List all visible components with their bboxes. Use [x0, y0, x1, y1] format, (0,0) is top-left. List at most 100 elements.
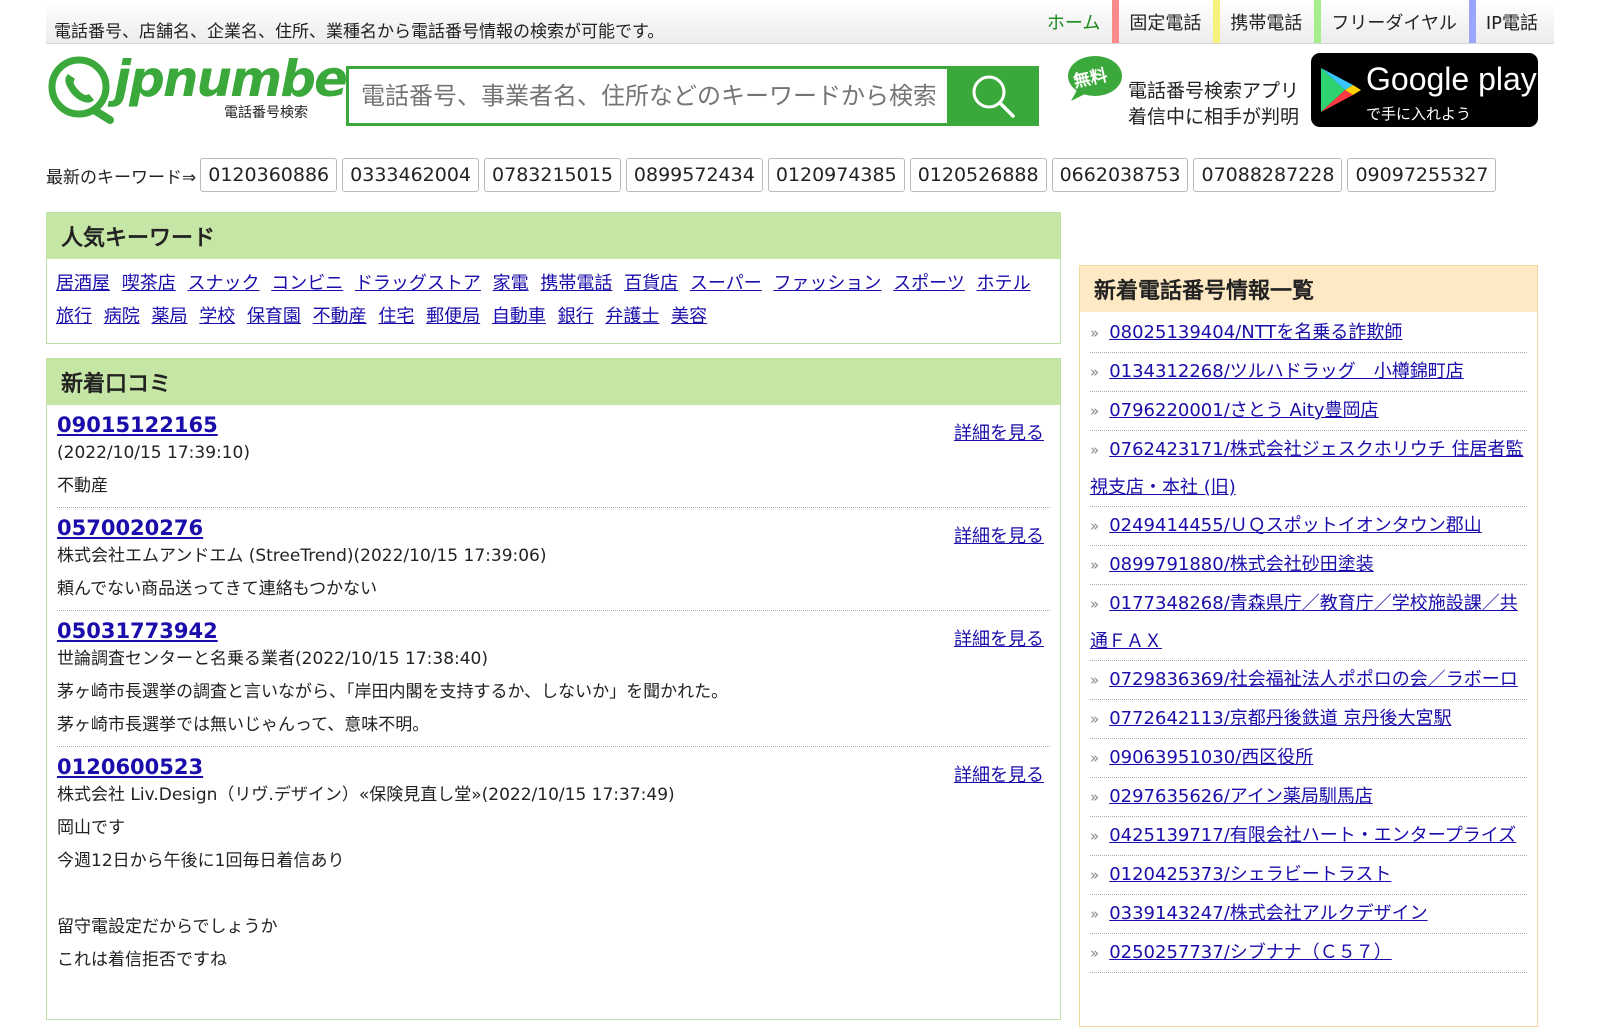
review-meta: 株式会社 Liv.Design（リヴ.デザイン）«保険見直し堂»(2022/10…	[57, 785, 675, 805]
popular-keyword-link[interactable]: 保育園	[247, 306, 301, 327]
new-numbers-list: » 08025139404/NTTを名乗る詐欺師 » 0134312268/ツルハド…	[1080, 312, 1537, 973]
list-item: » 0134312268/ツルハドラッグ 小樽錦町店	[1090, 353, 1527, 392]
review-detail-link[interactable]: 詳細を見る	[954, 761, 1044, 787]
new-number-link[interactable]: 0425139717/有限会社ハート・エンタープライズ	[1109, 825, 1516, 846]
list-item: » 0796220001/さとう Aity豊岡店	[1090, 392, 1527, 431]
popular-keyword-link[interactable]: 弁護士	[605, 306, 659, 327]
popular-keyword-link[interactable]: スポーツ	[893, 273, 965, 294]
popular-keyword-link[interactable]: 学校	[199, 306, 235, 327]
keyword-chip[interactable]: 0899572434	[625, 158, 763, 192]
google-play-icon	[1321, 68, 1361, 112]
popular-keyword-link[interactable]: 家電	[493, 273, 529, 294]
new-number-link[interactable]: 0729836369/社会福祉法人ポポロの会／ラボーロ	[1109, 669, 1518, 690]
popular-keyword-link[interactable]: 銀行	[558, 306, 594, 327]
nav-mobile-phone[interactable]: 携帯電話	[1213, 0, 1314, 43]
popular-keywords-title: 人気キーワード	[47, 213, 1060, 259]
keyword-chip[interactable]: 0333462004	[342, 158, 480, 192]
review-text	[57, 878, 1050, 911]
nav-home[interactable]: ホーム	[1037, 0, 1112, 43]
list-item: » 09063951030/西区役所	[1090, 739, 1527, 778]
search-input[interactable]	[349, 69, 947, 123]
popular-keyword-link[interactable]: 居酒屋	[56, 273, 110, 294]
popular-keyword-link[interactable]: 喫茶店	[122, 273, 176, 294]
popular-keyword-link[interactable]: 美容	[671, 306, 707, 327]
review-item: 05031773942 詳細を見る 世論調査センターと名乗る業者(2022/10…	[57, 611, 1050, 747]
google-play-button[interactable]: Google play で手に入れよう	[1311, 53, 1538, 127]
review-detail-link[interactable]: 詳細を見る	[954, 419, 1044, 445]
keyword-chip[interactable]: 0120360886	[200, 158, 338, 192]
review-meta: (2022/10/15 17:39:10)	[57, 443, 251, 463]
nav-free-dial[interactable]: フリーダイヤル	[1314, 0, 1468, 43]
popular-keyword-link[interactable]: 旅行	[56, 306, 92, 327]
popular-keyword-link[interactable]: 病院	[104, 306, 140, 327]
double-chevron-icon: »	[1090, 944, 1100, 962]
keyword-chip[interactable]: 0662038753	[1051, 158, 1189, 192]
review-text: これは着信拒否ですね	[57, 950, 227, 970]
popular-keyword-link[interactable]: スーパー	[690, 273, 762, 294]
site-tagline: 電話番号、店舗名、企業名、住所、業種名から電話番号情報の検索が可能です。	[54, 22, 665, 42]
new-number-link[interactable]: 0177348268/青森県庁／教育庁／学校施設課／共通ＦＡＸ	[1090, 593, 1518, 652]
popular-keyword-link[interactable]: ホテル	[977, 273, 1031, 294]
nav-fixed-phone[interactable]: 固定電話	[1112, 0, 1213, 43]
list-item: » 0729836369/社会福祉法人ポポロの会／ラボーロ	[1090, 661, 1527, 700]
review-phone-link[interactable]: 05031773942	[57, 619, 218, 643]
logo-subtitle: 電話番号検索	[224, 105, 308, 121]
new-number-link[interactable]: 09063951030/西区役所	[1109, 747, 1313, 768]
nav-ip-phone[interactable]: IP電話	[1468, 0, 1550, 43]
list-item: » 0120425373/シェラビートラスト	[1090, 856, 1527, 895]
new-number-link[interactable]: 0297635626/アイン薬局馴馬店	[1109, 786, 1373, 807]
review-phone-link[interactable]: 09015122165	[57, 413, 218, 437]
search-icon	[972, 75, 1015, 118]
review-detail-link[interactable]: 詳細を見る	[954, 522, 1044, 548]
site-logo[interactable]: jpnumber 電話番号検索	[46, 50, 371, 124]
popular-keyword-link[interactable]: 携帯電話	[540, 273, 612, 294]
review-detail-link[interactable]: 詳細を見る	[954, 625, 1044, 651]
new-reviews-panel: 新着口コミ 09015122165 詳細を見る (2022/10/15 17:3…	[46, 358, 1061, 1020]
app-promo-line1: 電話番号検索アプリ	[1128, 80, 1300, 102]
review-meta: 世論調査センターと名乗る業者(2022/10/15 17:38:40)	[57, 649, 489, 669]
keyword-chip[interactable]: 0783215015	[484, 158, 621, 192]
top-bar: 電話番号、店舗名、企業名、住所、業種名から電話番号情報の検索が可能です。 ホーム…	[46, 0, 1554, 44]
list-item: » 0297635626/アイン薬局馴馬店	[1090, 778, 1527, 817]
keyword-chip[interactable]: 07088287228	[1193, 158, 1343, 192]
recent-keywords-label: 最新のキーワード⇒	[46, 167, 197, 188]
review-phone-link[interactable]: 0120600523	[57, 755, 203, 779]
keyword-chip[interactable]: 0120974385	[767, 158, 905, 192]
new-numbers-title: 新着電話番号情報一覧	[1080, 266, 1537, 312]
review-text: 不動産	[57, 476, 108, 496]
review-phone-link[interactable]: 0570020276	[57, 516, 203, 540]
new-number-link[interactable]: 0120425373/シェラビートラスト	[1109, 864, 1391, 885]
popular-keyword-link[interactable]: コンビニ	[271, 273, 343, 294]
popular-keyword-link[interactable]: 百貨店	[624, 273, 678, 294]
new-numbers-panel: 新着電話番号情報一覧 » 08025139404/NTTを名乗る詐欺師 » 0134…	[1079, 265, 1538, 1027]
review-item: 0120600523 詳細を見る 株式会社 Liv.Design（リヴ.デザイン…	[57, 747, 1050, 981]
popular-keyword-link[interactable]: スナック	[187, 273, 259, 294]
popular-keyword-link[interactable]: ファッション	[773, 273, 881, 294]
new-number-link[interactable]: 0899791880/株式会社砂田塗装	[1109, 554, 1374, 575]
review-text: 頼んでない商品送ってきて連絡もつかない	[57, 579, 378, 599]
double-chevron-icon: »	[1090, 363, 1100, 381]
double-chevron-icon: »	[1090, 671, 1100, 689]
popular-keyword-link[interactable]: 不動産	[313, 306, 367, 327]
new-number-link[interactable]: 0772642113/京都丹後鉄道 京丹後大宮駅	[1109, 708, 1451, 729]
new-number-link[interactable]: 0249414455/ＵＱスポットイオンタウン郡山	[1109, 515, 1482, 536]
popular-keyword-link[interactable]: ドラッグストア	[355, 273, 481, 294]
new-number-link[interactable]: 0762423171/株式会社ジェスクホリウチ 住居者監視支店・本社 (旧)	[1090, 439, 1524, 498]
new-number-link[interactable]: 08025139404/NTTを名乗る詐欺師	[1109, 322, 1402, 343]
popular-keyword-link[interactable]: 薬局	[151, 306, 187, 327]
new-number-link[interactable]: 0250257737/シブナナ（Ｃ５７）	[1109, 942, 1392, 963]
popular-keyword-link[interactable]: 郵便局	[426, 306, 480, 327]
popular-keyword-link[interactable]: 住宅	[378, 306, 414, 327]
review-text: 茅ヶ崎市長選挙では無いじゃんって、意味不明。	[57, 715, 430, 735]
review-text: 岡山です	[57, 818, 125, 838]
search-button[interactable]	[947, 66, 1039, 126]
new-number-link[interactable]: 0339143247/株式会社アルクデザイン	[1109, 903, 1427, 924]
new-reviews-title: 新着口コミ	[47, 359, 1060, 405]
new-number-link[interactable]: 0796220001/さとう Aity豊岡店	[1109, 400, 1378, 421]
keyword-chip[interactable]: 0120526888	[909, 158, 1047, 192]
new-number-link[interactable]: 0134312268/ツルハドラッグ 小樽錦町店	[1109, 361, 1464, 382]
popular-keyword-link[interactable]: 自動車	[492, 306, 546, 327]
double-chevron-icon: »	[1090, 517, 1100, 535]
keyword-chip[interactable]: 09097255327	[1347, 158, 1497, 192]
double-chevron-icon: »	[1090, 324, 1100, 342]
